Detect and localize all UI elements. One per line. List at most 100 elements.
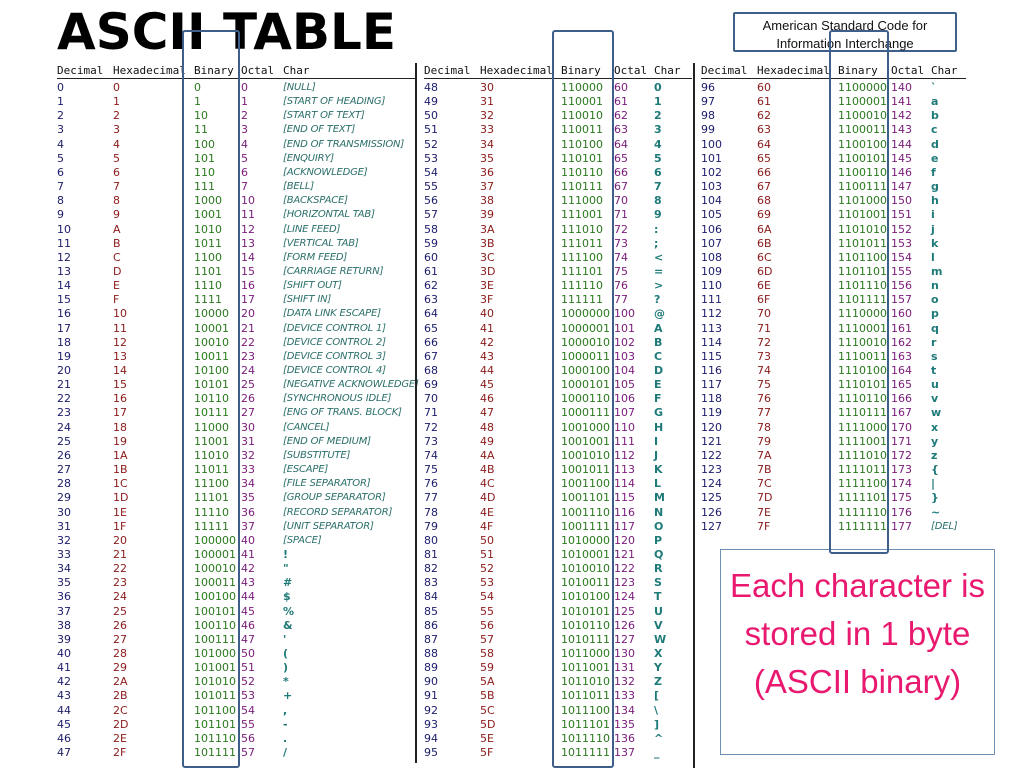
table-row: 38 26 100110 46 & [57, 619, 417, 633]
table-row: 14 E 1110 16 [SHIFT OUT] [57, 279, 417, 293]
decimal-cell: 10 [57, 222, 71, 236]
hex-cell: 60 [757, 81, 771, 94]
char-cell: k [931, 236, 939, 250]
char-cell: O [654, 519, 664, 533]
hex-cell: 5A [480, 675, 495, 689]
char-cell: 3 [654, 123, 662, 137]
binary-cell: 1010101 [561, 604, 610, 618]
octal-cell: 40 [241, 533, 255, 547]
char-cell: L [654, 477, 662, 491]
char-cell: 9 [654, 208, 662, 222]
hex-cell: 44 [480, 364, 494, 377]
char-cell: & [283, 618, 293, 632]
octal-cell: 41 [241, 547, 255, 561]
octal-cell: 33 [241, 463, 255, 477]
decimal-cell: 59 [424, 236, 438, 250]
char-cell: e [931, 151, 939, 165]
char-cell: X [654, 647, 663, 660]
char-cell: , [283, 703, 288, 717]
table-row: 29 1D 11101 35 [GROUP SEPARATOR] [57, 491, 417, 505]
decimal-cell: 96 [701, 81, 715, 94]
binary-cell: 10101 [194, 378, 229, 392]
decimal-cell: 62 [424, 279, 438, 293]
decimal-cell: 95 [424, 746, 438, 760]
table-row: 7 7 111 7 [BELL] [57, 180, 417, 194]
binary-cell: 1000111 [561, 406, 610, 420]
octal-cell: 77 [614, 293, 628, 307]
hex-cell: 32 [480, 109, 494, 123]
decimal-cell: 114 [701, 335, 722, 349]
section-divider [693, 63, 695, 768]
hex-cell: 16 [113, 392, 127, 406]
hex-cell: 4F [480, 519, 494, 533]
binary-cell: 1101 [194, 264, 222, 278]
binary-cell: 100110 [194, 618, 236, 632]
hex-cell: 2A [113, 675, 128, 689]
hex-cell: 1E [113, 505, 127, 519]
table-row: 111 6F 1101111 157 o [701, 293, 966, 307]
binary-cell: 10110 [194, 392, 229, 406]
hex-cell: 12 [113, 335, 127, 349]
hex-cell: 68 [757, 194, 771, 208]
header-char: Char [931, 64, 958, 77]
char-cell: a [931, 95, 939, 109]
octal-cell: 17 [241, 293, 255, 307]
hex-cell: 2D [113, 717, 129, 731]
octal-cell: 157 [891, 293, 912, 307]
hex-cell: 27 [113, 632, 127, 646]
char-cell: S [654, 576, 662, 590]
decimal-cell: 75 [424, 463, 438, 477]
table-row: 10 A 1010 12 [LINE FEED] [57, 223, 417, 237]
char-cell: : [654, 222, 659, 236]
octal-cell: 71 [614, 208, 628, 222]
table-row: 40 28 101000 50 ( [57, 647, 417, 661]
decimal-cell: 4 [57, 137, 64, 151]
hex-cell: 0 [113, 81, 120, 94]
binary-cell: 110010 [561, 109, 603, 123]
char-cell: [HORIZONTAL TAB] [283, 209, 375, 221]
binary-cell: 1010000 [561, 533, 610, 547]
octal-cell: 107 [614, 406, 635, 420]
hex-cell: 36 [480, 165, 494, 179]
hex-cell: 4E [480, 505, 494, 519]
binary-cell: 1011 [194, 236, 222, 250]
char-cell: Z [654, 675, 662, 689]
table-row: 24 18 11000 30 [CANCEL] [57, 421, 417, 435]
table-row: 80 50 1010000 120 P [424, 534, 692, 548]
table-row: 19 13 10011 23 [DEVICE CONTROL 3] [57, 350, 417, 364]
hex-cell: 35 [480, 151, 494, 165]
hex-cell: 71 [757, 321, 771, 335]
binary-cell: 1110000 [838, 307, 887, 321]
table-row: 35 23 100011 43 # [57, 576, 417, 590]
binary-cell: 1111110 [838, 505, 887, 519]
decimal-cell: 103 [701, 180, 722, 194]
char-cell: 1 [654, 95, 662, 109]
char-cell: # [283, 576, 293, 590]
binary-cell: 0 [194, 81, 201, 94]
hex-cell: 21 [113, 547, 127, 561]
table-row: 77 4D 1001101 115 M [424, 491, 692, 505]
header-octal: Octal [614, 64, 648, 77]
octal-cell: 145 [891, 151, 912, 165]
table-row: 31 1F 11111 37 [UNIT SEPARATOR] [57, 520, 417, 534]
binary-cell: 1011110 [561, 731, 610, 745]
hex-cell: 30 [480, 81, 494, 94]
table-row: 43 2B 101011 53 + [57, 689, 417, 703]
table-row: 84 54 1010100 124 T [424, 590, 692, 604]
hex-cell: 1D [113, 491, 129, 505]
hex-cell: 3E [480, 279, 494, 293]
table-row: 52 34 110100 64 4 [424, 138, 692, 152]
binary-cell: 10100 [194, 364, 229, 377]
table-row: 112 70 1110000 160 p [701, 307, 966, 321]
decimal-cell: 115 [701, 349, 722, 363]
table-row: 72 48 1001000 110 H [424, 421, 692, 435]
binary-cell: 1101000 [838, 194, 887, 208]
char-cell: ; [654, 236, 659, 250]
char-cell: I [654, 434, 659, 448]
binary-cell: 10010 [194, 335, 229, 349]
octal-cell: 140 [891, 81, 912, 94]
table-row: 116 74 1110100 164 t [701, 364, 966, 378]
decimal-cell: 48 [424, 81, 438, 94]
decimal-cell: 0 [57, 81, 64, 94]
char-cell: g [931, 180, 939, 194]
